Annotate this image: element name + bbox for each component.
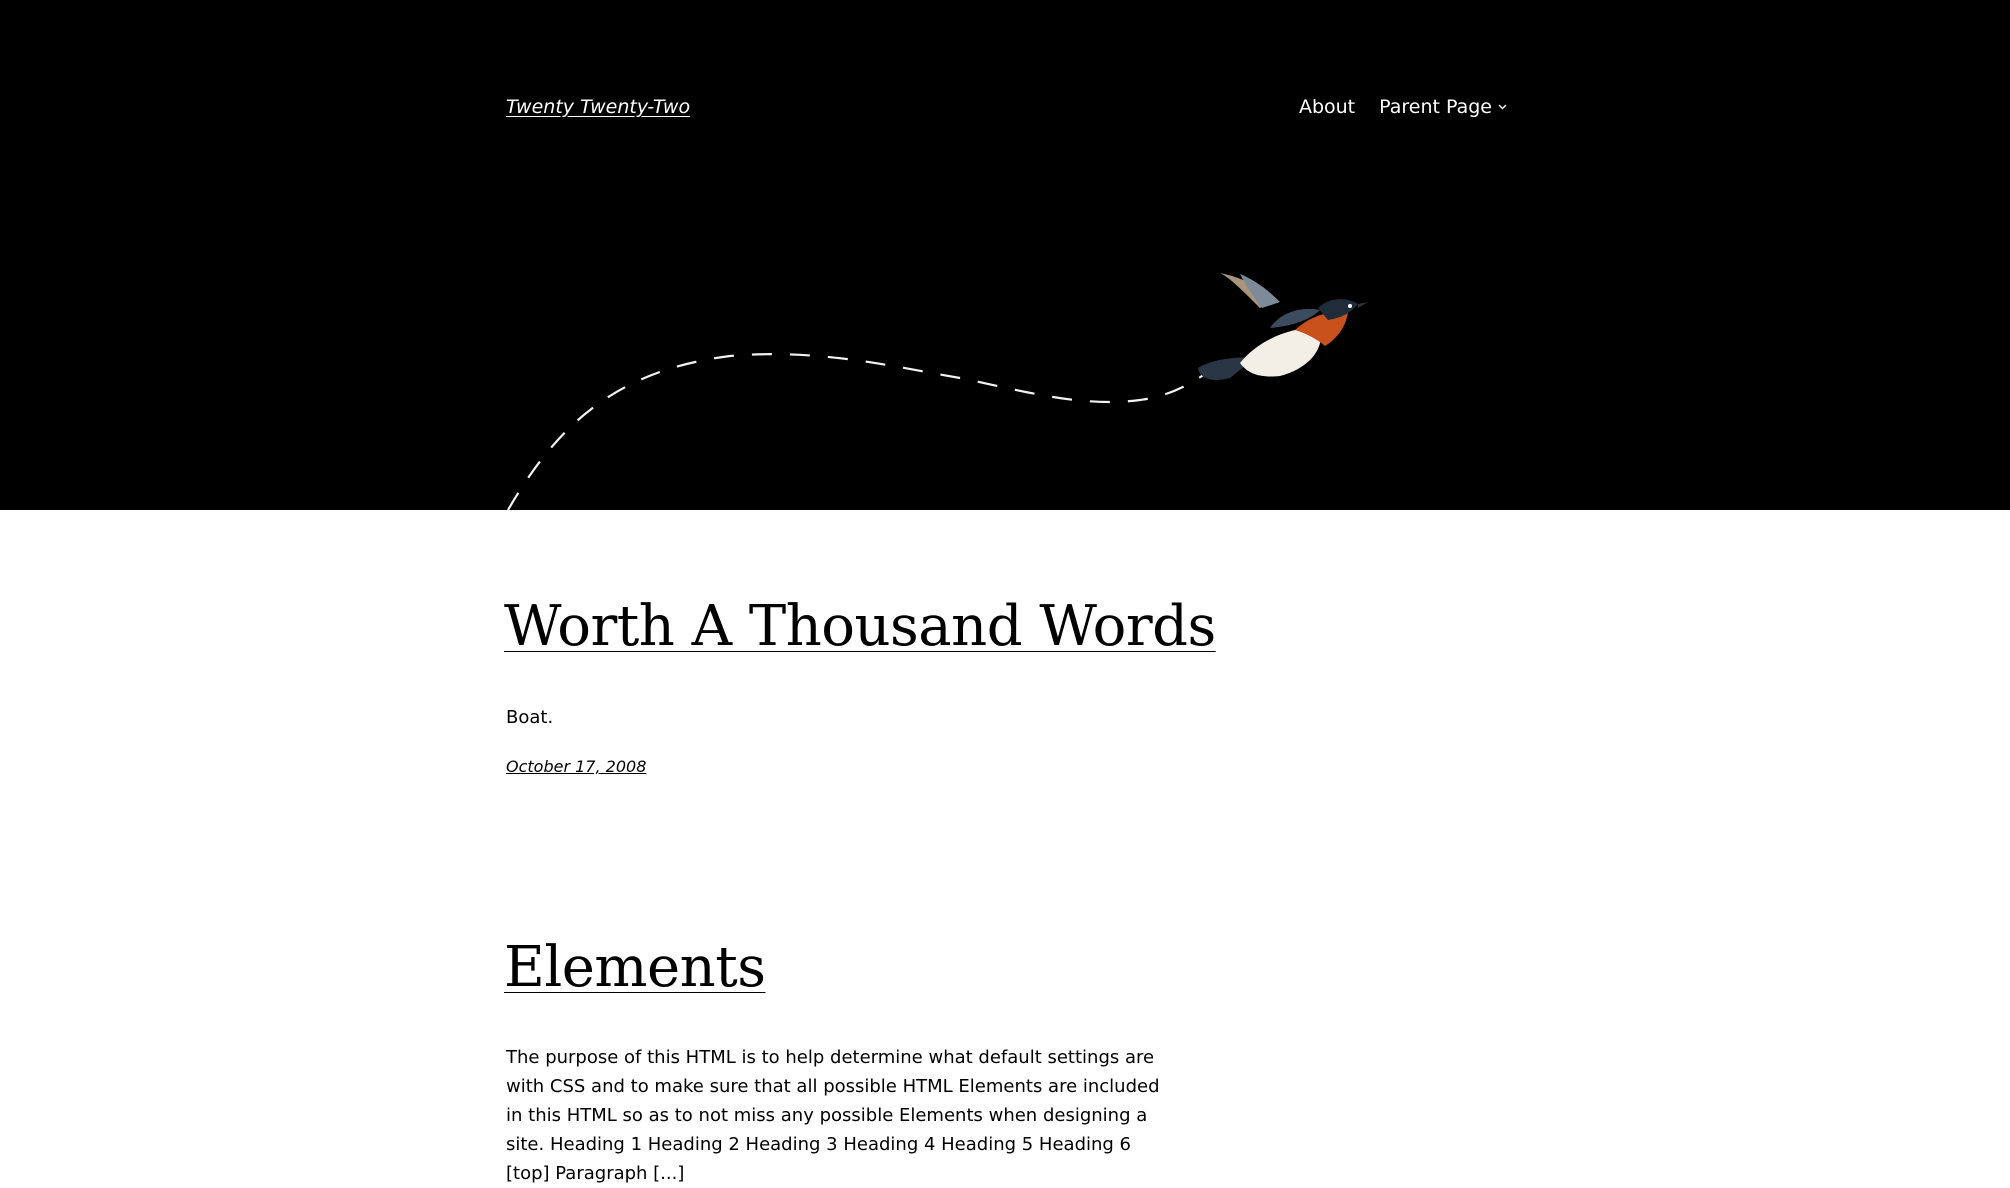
header-illustration (507, 273, 1368, 510)
nav-item-label: About (1298, 96, 1356, 118)
bird-icon (1198, 273, 1368, 380)
site-header: Twenty Twenty-Two About Parent Page (0, 0, 2010, 510)
nav-item-label: Parent Page (1379, 96, 1492, 118)
nav-item-parent-page[interactable]: Parent Page (1379, 96, 1507, 118)
dashed-flight-path (507, 353, 1206, 510)
post-excerpt: Boat. (506, 707, 554, 728)
nav-item-about[interactable]: About (1299, 96, 1355, 118)
post-excerpt: The purpose of this HTML is to help dete… (506, 1047, 1160, 1184)
post-title-link[interactable]: Worth A Thousand Words (504, 594, 1216, 659)
chevron-down-icon[interactable] (1498, 104, 1507, 110)
post-date-link[interactable]: October 17, 2008 (506, 757, 646, 776)
post-title-link[interactable]: Elements (504, 935, 766, 1000)
site-title-link[interactable]: Twenty Twenty-Two (506, 96, 690, 118)
primary-navigation: About Parent Page (1299, 96, 1507, 118)
